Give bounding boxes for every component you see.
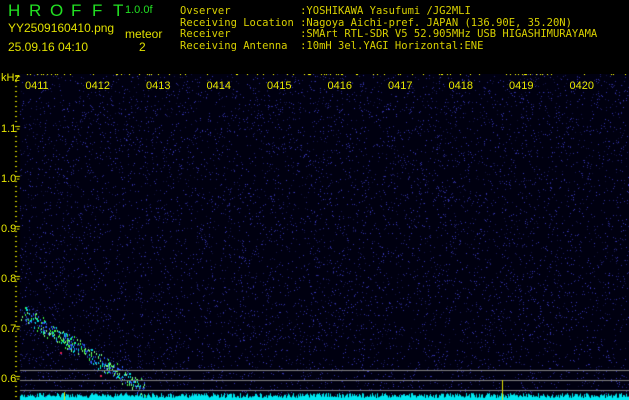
y-tick-label: 1.0- — [1, 173, 20, 185]
time-tick-label: 0420 — [570, 80, 594, 92]
info-row: Receiving Antenna :10mH 3el.YAGI Horizon… — [180, 41, 597, 53]
title-letter: R — [29, 1, 50, 21]
y-tick-label: 0.9- — [1, 223, 20, 235]
time-tick-label: 0417 — [388, 80, 412, 92]
time-tick-label: 0416 — [328, 80, 352, 92]
unit-label: kHz — [1, 72, 20, 84]
time-tick-label: 0413 — [146, 80, 170, 92]
spectrogram — [0, 74, 629, 400]
title-letter: F — [92, 1, 113, 21]
title-letter: H — [8, 1, 29, 21]
station-info: Ovserver :YOSHIKAWA Yasufumi /JG2MLI Rece… — [180, 6, 597, 52]
time-tick-label: 0415 — [267, 80, 291, 92]
time-tick-label: 0411 — [25, 80, 49, 92]
time-tick-label: 0412 — [86, 80, 110, 92]
time-tick-label: 0419 — [509, 80, 533, 92]
title-letter: O — [50, 1, 71, 21]
version: 1.0.0f — [125, 4, 153, 16]
app-title: HROFFT — [8, 1, 134, 21]
title-letter: F — [71, 1, 92, 21]
y-tick-label: 0.7- — [1, 323, 20, 335]
time-tick-label: 0414 — [207, 80, 231, 92]
count: 2 — [139, 40, 146, 54]
filename: YY2509160410.png — [8, 21, 114, 35]
y-tick-label: 1.1- — [1, 123, 20, 135]
info-row: Ovserver :YOSHIKAWA Yasufumi /JG2MLI — [180, 6, 597, 18]
mode: meteor — [125, 27, 162, 41]
y-tick-label: 0.8- — [1, 273, 20, 285]
info-row: Receiver :SMArt RTL-SDR V5 52.905MHz USB… — [180, 29, 597, 41]
time-tick-label: 0418 — [449, 80, 473, 92]
y-tick-label: 0.6- — [1, 373, 20, 385]
datetime: 25.09.16 04:10 — [8, 40, 88, 54]
